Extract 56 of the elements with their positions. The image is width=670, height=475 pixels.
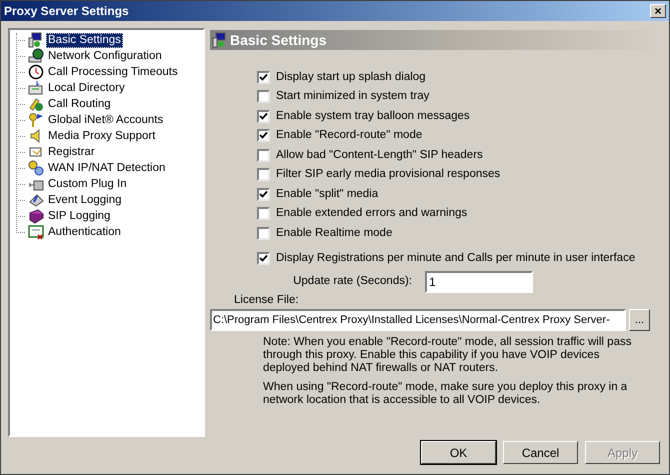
checkbox-label: Enable "Record-route" mode <box>276 128 422 144</box>
checkbox[interactable] <box>257 129 270 142</box>
note-text: When using "Record-route" mode, make sure you deploy this proxy in a network location that is accessible to all VOIP devices. <box>263 381 628 407</box>
panel-title: Basic Settings <box>230 30 326 50</box>
checkbox-label: Display Registrations per minute and Calls per minute in user interface <box>276 251 636 266</box>
note-text: Note: When you enable "Record-route" mode, all session traffic will pass through this proxy. Enable this capability if you have VOIP devices deployed behind NAT firewalls or NAT routers. <box>263 336 632 375</box>
tree-item-icon <box>28 192 44 208</box>
checkbox[interactable] <box>257 90 270 104</box>
tree-item[interactable]: Custom Plug In <box>46 176 129 192</box>
panel-header-icon <box>212 32 228 48</box>
tree-item[interactable]: Registrar <box>46 144 97 160</box>
tree-item-icon <box>28 64 44 80</box>
dialog-button[interactable]: Cancel <box>503 441 578 464</box>
tree-item[interactable]: Call Processing Timeouts <box>46 64 180 80</box>
tree-item[interactable]: WAN IP/NAT Detection <box>46 160 168 176</box>
checkbox-label: Allow bad "Content-Length" SIP headers <box>276 148 483 163</box>
tree-item-icon <box>28 112 44 128</box>
checkbox-label: Filter SIP early media provisional responses <box>276 167 500 182</box>
tree-item[interactable]: Media Proxy Support <box>46 128 158 144</box>
tree-item[interactable]: Call Routing <box>46 96 113 112</box>
tree-item-icon <box>28 80 44 96</box>
checkbox[interactable] <box>257 226 270 240</box>
close-button[interactable]: × <box>650 4 666 18</box>
checkbox-label: Enable Realtime mode <box>276 226 392 241</box>
tree-item-icon <box>28 48 44 64</box>
tree-item[interactable]: Authentication <box>46 224 123 240</box>
checkbox-label: Enable extended errors and warnings <box>276 206 468 222</box>
window-title: Proxy Server Settings <box>4 3 129 20</box>
tree-item[interactable]: Event Logging <box>46 192 124 208</box>
tree-item-icon <box>28 160 44 176</box>
license-file-label: License File: <box>233 294 300 307</box>
checkbox[interactable] <box>257 148 270 162</box>
tree-item[interactable]: Global iNet® Accounts <box>46 112 166 128</box>
tree-item[interactable]: Basic Settings <box>46 32 123 48</box>
checkbox-label: Start minimized in system tray <box>276 89 430 104</box>
checkbox[interactable] <box>257 252 270 266</box>
dialog-button[interactable]: OK <box>421 441 496 464</box>
tree-item[interactable]: Network Configuration <box>46 48 164 64</box>
checkbox[interactable] <box>257 110 270 123</box>
checkbox[interactable] <box>257 188 270 201</box>
tree-item[interactable]: Local Directory <box>46 80 127 96</box>
checkbox-label: Enable "split" media <box>276 186 378 202</box>
license-file-field[interactable]: C:\Program Files\Centrex Proxy\Installed Licenses\Normal-Centrex Proxy Server- <box>210 309 626 331</box>
checkbox-label: Enable system tray balloon messages <box>276 108 470 124</box>
tree-item-icon <box>28 32 44 48</box>
checkbox[interactable] <box>257 70 270 84</box>
checkbox[interactable] <box>257 207 270 220</box>
tree-item-icon <box>28 96 44 112</box>
update-rate-field[interactable]: 1 <box>425 271 533 293</box>
browse-button[interactable]: ... <box>629 309 650 331</box>
checkbox-label: Display start up splash dialog <box>276 70 426 85</box>
update-rate-label: Update rate (Seconds): <box>292 274 412 290</box>
tree-item-icon <box>28 224 44 240</box>
tree-item[interactable]: SIP Logging <box>46 208 112 224</box>
checkbox[interactable] <box>257 168 270 182</box>
tree-item-icon <box>28 208 44 224</box>
